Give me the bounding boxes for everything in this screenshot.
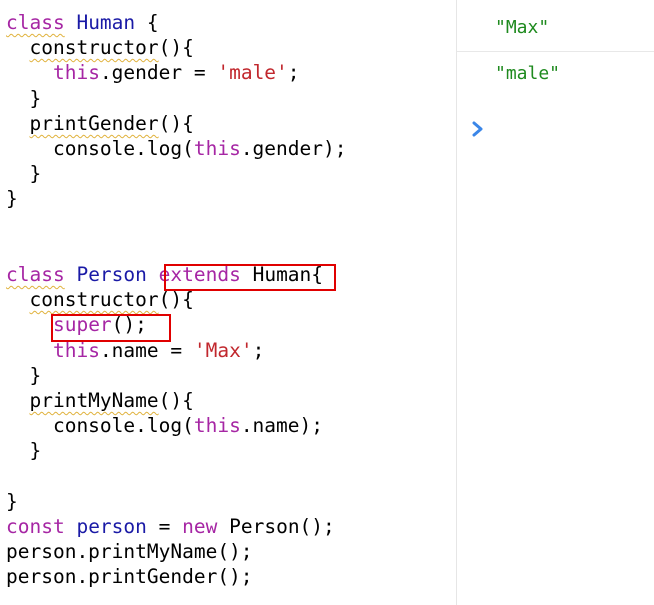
code-token: person.printGender(); bbox=[6, 565, 253, 589]
console-output-row: "male" bbox=[457, 51, 654, 97]
code-token: (){ bbox=[158, 288, 194, 312]
code-line[interactable]: console.log(this.gender); bbox=[6, 136, 347, 161]
code-token: new bbox=[182, 515, 218, 538]
code-token: } bbox=[6, 363, 42, 387]
code-token: } bbox=[6, 187, 18, 211]
code-token: (){ bbox=[158, 111, 194, 135]
code-token: class bbox=[6, 11, 65, 34]
code-line[interactable]: class Human { bbox=[6, 10, 159, 35]
code-token: printGender bbox=[29, 111, 159, 135]
code-token: printMyName bbox=[29, 389, 159, 412]
code-line[interactable]: } bbox=[6, 186, 18, 211]
console-output-row: "Max" bbox=[457, 5, 654, 51]
code-line[interactable]: printGender(){ bbox=[6, 111, 194, 136]
code-token: .name = bbox=[99, 338, 194, 362]
code-token: .gender = bbox=[99, 61, 218, 85]
code-token: (){ bbox=[158, 36, 194, 60]
code-token: } bbox=[6, 162, 42, 186]
super-highlight-box bbox=[51, 314, 171, 342]
code-token: this bbox=[193, 414, 241, 438]
code-line[interactable]: person.printMyName(); bbox=[6, 539, 253, 564]
code-line[interactable]: console.log(this.name); bbox=[6, 413, 323, 438]
console-output-value: "male" bbox=[495, 63, 561, 84]
extends-highlight-box bbox=[164, 264, 336, 291]
code-line[interactable]: } bbox=[6, 438, 41, 463]
code-token: const bbox=[6, 515, 65, 538]
code-line[interactable]: person.printGender(); bbox=[6, 564, 253, 589]
code-token: } bbox=[6, 86, 42, 110]
code-token: console.log( bbox=[6, 414, 194, 438]
code-token: = bbox=[146, 515, 183, 538]
code-line[interactable]: const person = new Person(); bbox=[6, 514, 335, 539]
code-token: .name); bbox=[240, 414, 323, 438]
code-line[interactable]: } bbox=[6, 161, 41, 186]
code-line[interactable]: constructor(){ bbox=[6, 35, 194, 60]
code-token: 'Max' bbox=[193, 338, 253, 362]
code-token: this bbox=[193, 137, 241, 160]
code-token: { bbox=[135, 11, 159, 34]
code-token: class bbox=[6, 263, 65, 286]
code-line[interactable]: } bbox=[6, 363, 41, 388]
code-token: .gender); bbox=[240, 137, 347, 160]
code-token: Human bbox=[76, 11, 136, 34]
code-token: Person(); bbox=[217, 515, 335, 538]
code-token: person bbox=[76, 515, 147, 538]
chevron-right-icon[interactable] bbox=[471, 116, 485, 142]
code-token: Person bbox=[76, 263, 147, 286]
code-token: ; bbox=[252, 338, 265, 362]
code-editor[interactable]: class Human { constructor(){ this.gender… bbox=[0, 0, 457, 605]
code-token: console.log( bbox=[6, 137, 194, 160]
code-token: ; bbox=[287, 61, 300, 85]
code-token: (){ bbox=[158, 389, 194, 412]
code-token: person.printMyName(); bbox=[6, 540, 253, 564]
code-token: 'male' bbox=[217, 61, 288, 85]
code-token: constructor bbox=[29, 36, 159, 60]
code-line[interactable]: printMyName(){ bbox=[6, 388, 194, 413]
code-line[interactable]: } bbox=[6, 489, 18, 514]
console-panel: "Max" "male" bbox=[457, 0, 654, 605]
code-token: } bbox=[6, 489, 18, 513]
code-line[interactable]: } bbox=[6, 86, 41, 111]
code-token: constructor bbox=[29, 288, 159, 312]
code-token: } bbox=[6, 439, 42, 463]
code-token: this bbox=[52, 338, 100, 362]
console-output-value: "Max" bbox=[495, 17, 550, 38]
code-line[interactable]: this.gender = 'male'; bbox=[6, 60, 300, 85]
code-token: this bbox=[52, 61, 100, 85]
